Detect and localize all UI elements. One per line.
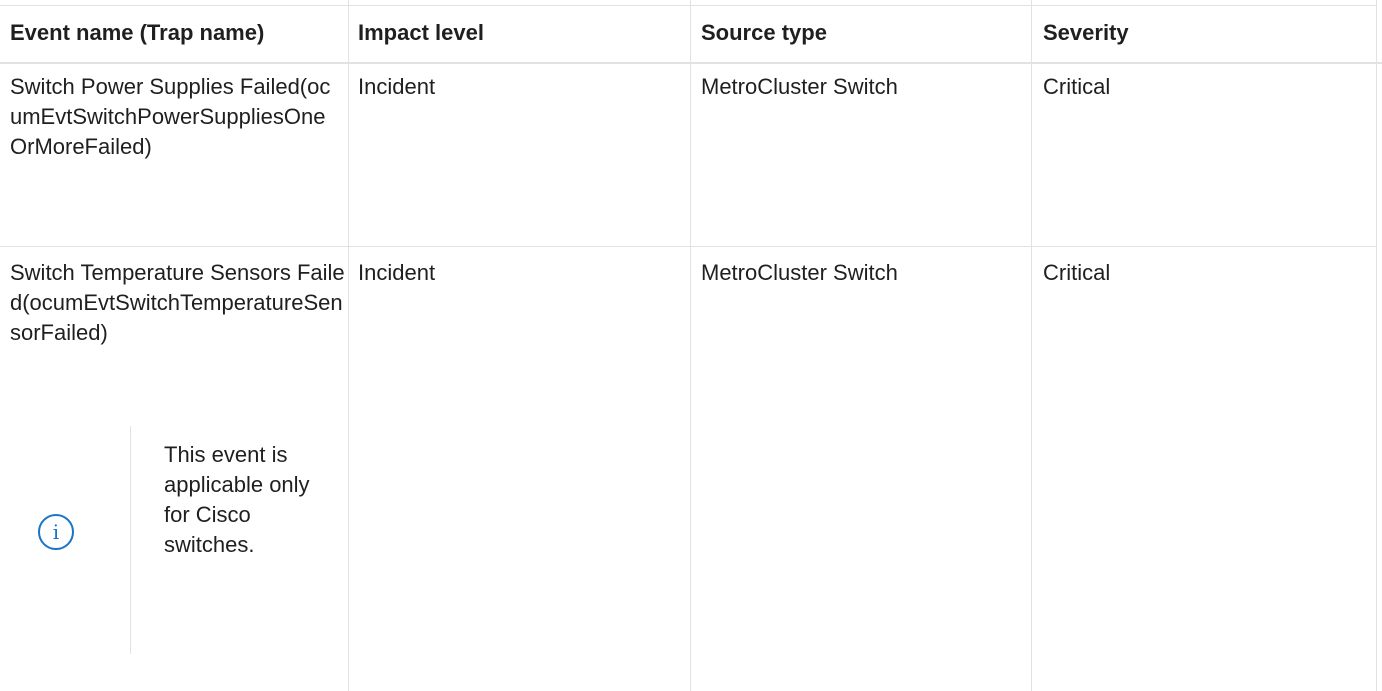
table-row-1-event: Switch Power Supplies Failed(ocumEvtSwit…: [10, 74, 331, 159]
table-row-1-severity: Critical: [1043, 74, 1111, 99]
column-divider: [1031, 0, 1032, 691]
table-row-2-severity: Critical: [1043, 260, 1111, 285]
note-divider: [130, 426, 131, 654]
note-text: This event is applicable only for Cisco …: [164, 442, 310, 557]
note-admonition: i This event is applicable only for Cisc…: [0, 426, 345, 654]
table-row-2-event: Switch Temperature Sensors Failed(ocumEv…: [10, 260, 345, 345]
row-divider: [0, 246, 1377, 247]
header-divider: [0, 62, 1382, 64]
table-row-2-impact: Incident: [358, 260, 436, 285]
table-row-1-source: MetroCluster Switch: [701, 74, 898, 99]
table-right-border: [1376, 0, 1377, 691]
table-row-1-impact: Incident: [358, 74, 436, 99]
column-divider: [348, 0, 349, 691]
table-row-2-source: MetroCluster Switch: [701, 260, 898, 285]
table-top-border: [0, 5, 1377, 6]
column-divider: [690, 0, 691, 691]
info-icon: i: [38, 514, 74, 550]
header-source-type: Source type: [701, 20, 827, 45]
header-impact-level: Impact level: [358, 20, 484, 45]
events-table: Event name (Trap name) Impact level Sour…: [0, 0, 1382, 691]
header-event-name: Event name (Trap name): [10, 20, 265, 45]
header-severity: Severity: [1043, 20, 1129, 45]
